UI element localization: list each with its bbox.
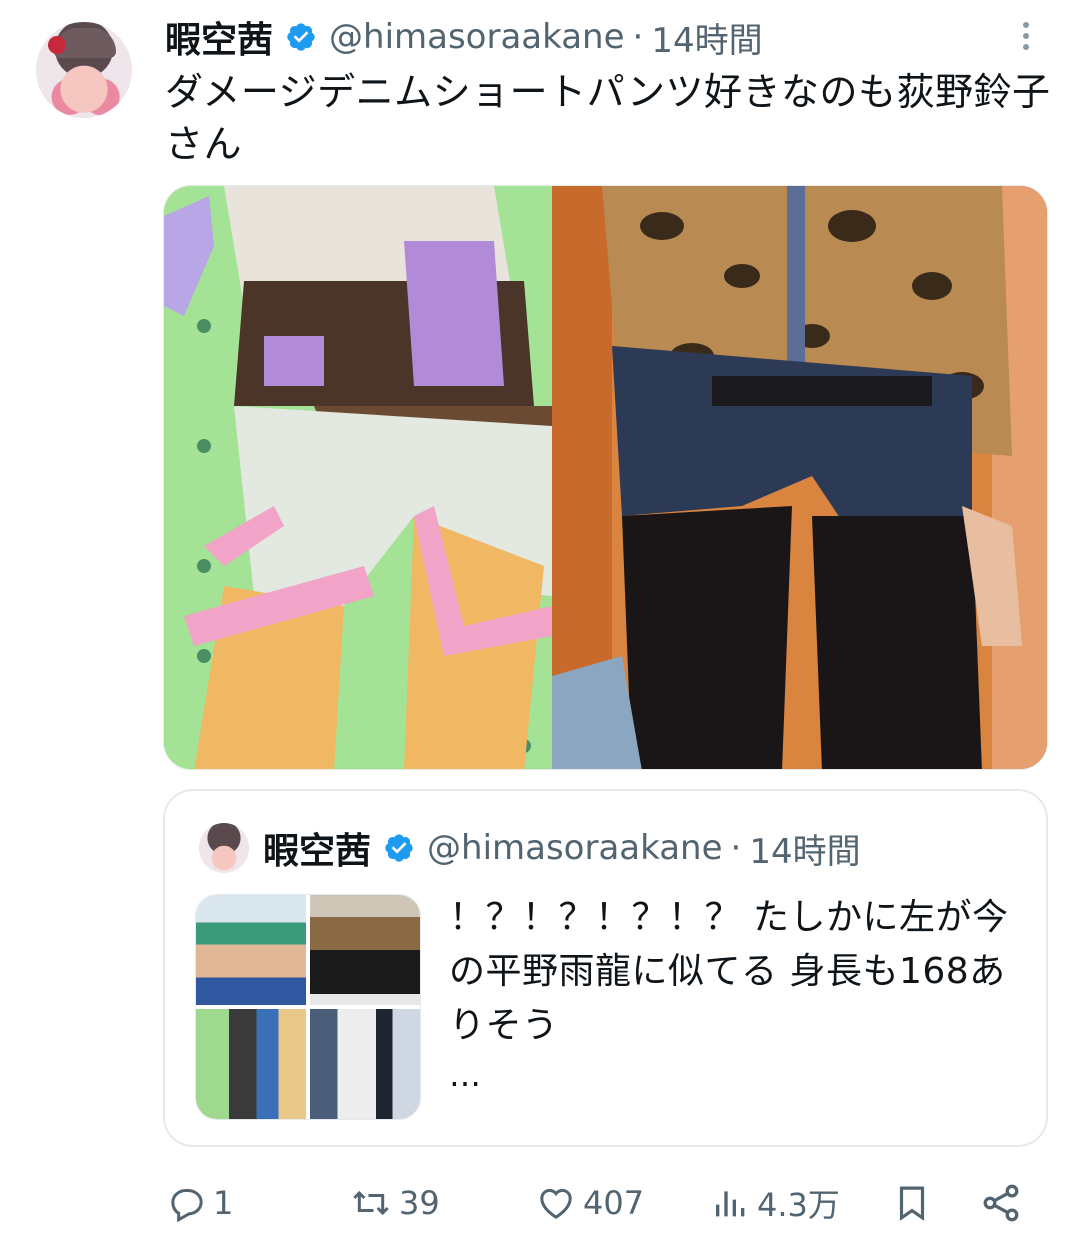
bookmark-button[interactable]: [891, 1175, 933, 1231]
more-vertical-icon[interactable]: [1014, 18, 1038, 58]
tweet-timestamp[interactable]: 14時間: [651, 13, 762, 62]
like-button[interactable]: 407: [535, 1175, 644, 1231]
thumb-photo-3: [196, 1009, 306, 1119]
reply-icon: [171, 1189, 203, 1223]
photo-right-illustration: [552, 186, 1047, 769]
quoted-author-name: 暇空茜: [263, 831, 372, 872]
quoted-tweet-timestamp: 14時間: [749, 831, 861, 872]
thumb-photo-4: [310, 1009, 420, 1119]
media-photo-left[interactable]: [164, 186, 552, 769]
reply-count: 1: [213, 1184, 234, 1222]
retweet-icon: [353, 1190, 389, 1216]
author-handle[interactable]: @himasoraakane: [329, 17, 625, 57]
verified-badge-icon: [385, 834, 413, 862]
views-button[interactable]: 4.3万: [711, 1175, 840, 1231]
views-icon: [716, 1191, 745, 1217]
quoted-tweet-header: 暇空茜 @himasoraakane · 14時間: [263, 821, 861, 875]
share-icon: [983, 1184, 1019, 1222]
thumb-photo-2: [310, 895, 420, 1005]
retweet-button[interactable]: 39: [349, 1175, 440, 1231]
thumb-photo-1: [196, 895, 306, 1005]
tweet-action-bar: 1 39 407 4.3万: [163, 1175, 1048, 1231]
avatar-bow-shape: [48, 36, 66, 54]
retweet-count: 39: [399, 1184, 440, 1222]
media-photo-right[interactable]: [552, 186, 1047, 769]
quoted-tweet-card[interactable]: 暇空茜 @himasoraakane · 14時間 ！？！？！？！？ たしかに左…: [163, 789, 1048, 1147]
like-count: 407: [583, 1184, 645, 1222]
quoted-author-avatar: [199, 823, 249, 873]
photo-left-illustration: [164, 186, 552, 769]
author-name[interactable]: 暇空茜: [165, 11, 273, 63]
header-separator: ·: [632, 17, 644, 57]
quoted-media-thumbnail: [195, 894, 421, 1120]
author-avatar[interactable]: [36, 22, 132, 118]
quoted-author-handle: @himasoraakane: [427, 828, 723, 868]
like-icon: [540, 1188, 572, 1219]
bookmark-icon: [899, 1186, 925, 1221]
reply-button[interactable]: 1: [167, 1175, 233, 1231]
tweet-media[interactable]: [163, 185, 1048, 770]
quoted-tweet-ellipsis: …: [449, 1056, 481, 1094]
share-button[interactable]: [979, 1175, 1023, 1231]
tweet-text: ダメージデニムショートパンツ好きなのも荻野鈴子さん: [165, 70, 1051, 166]
tweet-header: 暇空茜 @himasoraakane · 14時間: [165, 12, 763, 62]
verified-badge-icon: [287, 23, 315, 51]
quoted-header-separator: ·: [730, 828, 742, 868]
views-count: 4.3万: [757, 1186, 840, 1224]
quoted-tweet-text: ！？！？！？！？ たしかに左が今の平野雨龍に似てる 身長も168ありそう: [449, 897, 1009, 1046]
